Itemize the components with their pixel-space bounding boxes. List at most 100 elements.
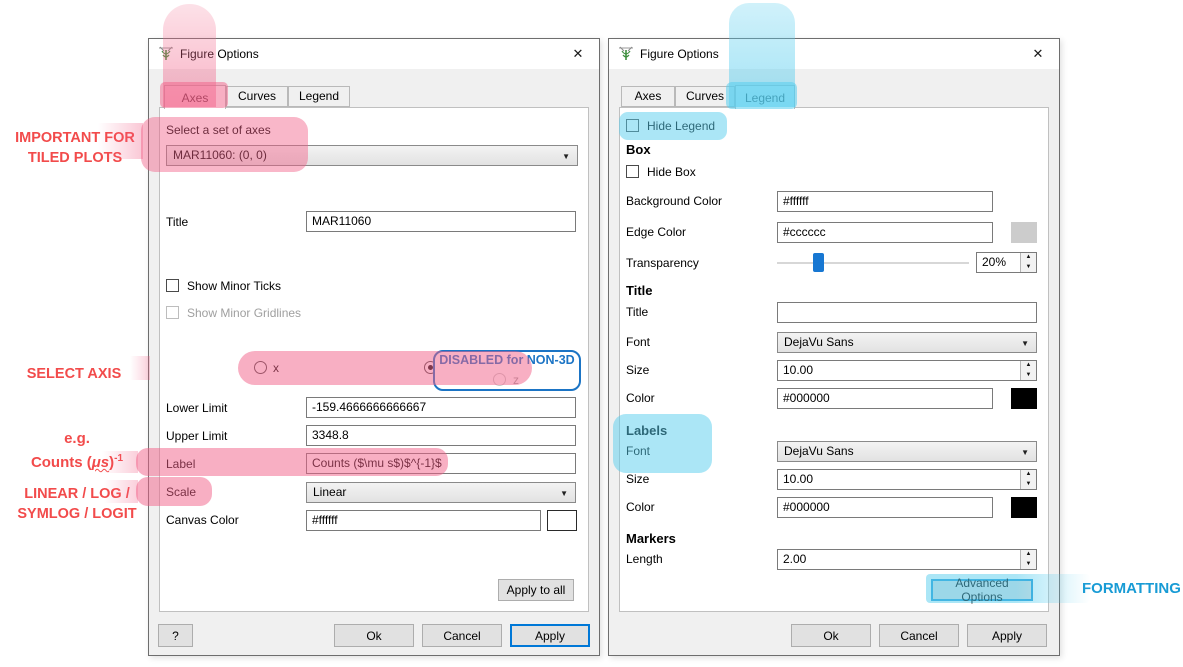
upper-limit-input[interactable]: 3348.8 — [306, 425, 576, 446]
spin-up-icon[interactable]: ▲ — [1021, 253, 1036, 263]
labels-size-spinner[interactable]: 10.00 ▲▼ — [777, 469, 1037, 490]
length-label: Length — [626, 552, 663, 566]
tab-legend[interactable]: Legend — [288, 86, 350, 107]
ok-button[interactable]: Ok — [334, 624, 414, 647]
tab-axes[interactable]: Axes — [621, 86, 675, 107]
labels-size-label: Size — [626, 472, 649, 486]
spinner-buttons[interactable]: ▲▼ — [1020, 550, 1036, 569]
spin-down-icon[interactable]: ▼ — [1021, 560, 1036, 570]
titlebar[interactable]: Figure Options ✕ — [609, 39, 1059, 69]
edge-color-input[interactable]: #cccccc — [777, 222, 993, 243]
lower-limit-label: Lower Limit — [166, 401, 227, 415]
show-minor-ticks-checkbox[interactable] — [166, 279, 179, 292]
background-color-input[interactable]: #ffffff — [777, 191, 993, 212]
chevron-down-icon: ▼ — [1021, 443, 1029, 462]
advanced-options-button[interactable]: Advanced Options — [931, 579, 1033, 601]
labels-font-dropdown[interactable]: DejaVu Sans ▼ — [777, 441, 1037, 462]
annotation-line: SELECT AXIS — [4, 364, 144, 384]
title-color-input[interactable]: #000000 — [777, 388, 993, 409]
cancel-button[interactable]: Cancel — [879, 624, 959, 647]
tab-axes[interactable]: Axes — [164, 85, 226, 109]
ok-button[interactable]: Ok — [791, 624, 871, 647]
title-size-label: Size — [626, 363, 649, 377]
hide-legend-label: Hide Legend — [647, 119, 715, 133]
annotation-scale-options: LINEAR / LOG / SYMLOG / LOGIT — [2, 484, 152, 524]
title-label: Title — [166, 215, 188, 229]
screenshot-root: IMPORTANT FOR TILED PLOTS SELECT AXIS e.… — [0, 0, 1183, 667]
labels-section-header: Labels — [626, 423, 667, 438]
apply-button[interactable]: Apply — [510, 624, 590, 647]
close-icon[interactable]: ✕ — [1017, 39, 1059, 69]
matplotlib-icon — [618, 46, 634, 62]
axis-z-label: z — [513, 373, 519, 387]
spin-up-icon[interactable]: ▲ — [1021, 470, 1036, 480]
title-font-label: Font — [626, 335, 650, 349]
axis-label-input[interactable]: Counts ($\mu s$)$^{-1}$ — [306, 453, 576, 474]
markers-section-header: Markers — [626, 531, 676, 546]
lower-limit-input[interactable]: -159.4666666666667 — [306, 397, 576, 418]
window-title: Figure Options — [640, 39, 719, 69]
slider-track — [777, 262, 969, 264]
axis-x-radio[interactable] — [254, 361, 267, 374]
annotation-counts-example: e.g. Counts (μs)-1 — [4, 429, 150, 473]
figure-options-dialog-legend: Figure Options ✕ Axes Curves Legend Hide… — [608, 38, 1060, 656]
length-spinner[interactable]: 2.00 ▲▼ — [777, 549, 1037, 570]
transparency-spinner[interactable]: 20% ▲▼ — [976, 252, 1037, 273]
hide-box-checkbox[interactable] — [626, 165, 639, 178]
edge-color-swatch[interactable] — [1011, 222, 1037, 243]
annotation-line: Counts (μs)-1 — [4, 449, 150, 473]
show-minor-gridlines-checkbox — [166, 306, 179, 319]
legend-title-input[interactable] — [777, 302, 1037, 323]
spinner-buttons[interactable]: ▲▼ — [1020, 361, 1036, 380]
axes-select-dropdown[interactable]: MAR11060: (0, 0) ▼ — [166, 145, 578, 166]
apply-button[interactable]: Apply — [967, 624, 1047, 647]
labels-color-input[interactable]: #000000 — [777, 497, 993, 518]
scale-dropdown[interactable]: Linear ▼ — [306, 482, 576, 503]
chevron-down-icon: ▼ — [562, 147, 570, 166]
annotation-formatting: FORMATTING — [1082, 580, 1181, 597]
axis-z-radio — [493, 373, 506, 386]
title-size-spinner[interactable]: 10.00 ▲▼ — [777, 360, 1037, 381]
axis-label-label: Label — [166, 457, 195, 471]
labels-color-swatch[interactable] — [1011, 497, 1037, 518]
canvas-color-input[interactable]: #ffffff — [306, 510, 541, 531]
spin-down-icon[interactable]: ▼ — [1021, 263, 1036, 273]
title-input[interactable]: MAR11060 — [306, 211, 576, 232]
mu-s-italic: μs — [92, 454, 109, 471]
tab-legend[interactable]: Legend — [735, 85, 795, 109]
cancel-button[interactable]: Cancel — [422, 624, 502, 647]
scale-label: Scale — [166, 485, 196, 499]
spin-down-icon[interactable]: ▼ — [1021, 371, 1036, 381]
spin-up-icon[interactable]: ▲ — [1021, 361, 1036, 371]
help-button[interactable]: ? — [158, 624, 193, 647]
spin-up-icon[interactable]: ▲ — [1021, 550, 1036, 560]
labels-color-label: Color — [626, 500, 655, 514]
spin-down-icon[interactable]: ▼ — [1021, 480, 1036, 490]
annotation-line: IMPORTANT FOR — [4, 128, 146, 148]
canvas-color-swatch[interactable] — [547, 510, 577, 531]
matplotlib-icon — [158, 46, 174, 62]
upper-limit-label: Upper Limit — [166, 429, 227, 443]
slider-handle[interactable] — [813, 253, 824, 272]
window-title: Figure Options — [180, 39, 259, 69]
spinner-buttons[interactable]: ▲▼ — [1020, 470, 1036, 489]
spinner-buttons[interactable]: ▲▼ — [1020, 253, 1036, 272]
title-color-label: Color — [626, 391, 655, 405]
chevron-down-icon: ▼ — [1021, 334, 1029, 353]
canvas-color-label: Canvas Color — [166, 513, 239, 527]
tab-curves[interactable]: Curves — [226, 86, 288, 107]
transparency-slider[interactable] — [777, 253, 969, 272]
apply-to-all-button[interactable]: Apply to all — [498, 579, 574, 601]
close-icon[interactable]: ✕ — [557, 39, 599, 69]
chevron-down-icon: ▼ — [560, 484, 568, 503]
tab-curves[interactable]: Curves — [675, 86, 735, 107]
title-color-swatch[interactable] — [1011, 388, 1037, 409]
titlebar[interactable]: Figure Options ✕ — [149, 39, 599, 69]
show-minor-ticks-label: Show Minor Ticks — [187, 279, 281, 293]
annotation-line: TILED PLOTS — [4, 148, 146, 168]
annotation-line: LINEAR / LOG / — [2, 484, 152, 504]
hide-legend-checkbox[interactable] — [626, 119, 639, 132]
title-font-dropdown[interactable]: DejaVu Sans ▼ — [777, 332, 1037, 353]
legend-title-label: Title — [626, 305, 648, 319]
disabled-non-3d-callout: DISABLED for NON-3D z — [433, 350, 581, 391]
